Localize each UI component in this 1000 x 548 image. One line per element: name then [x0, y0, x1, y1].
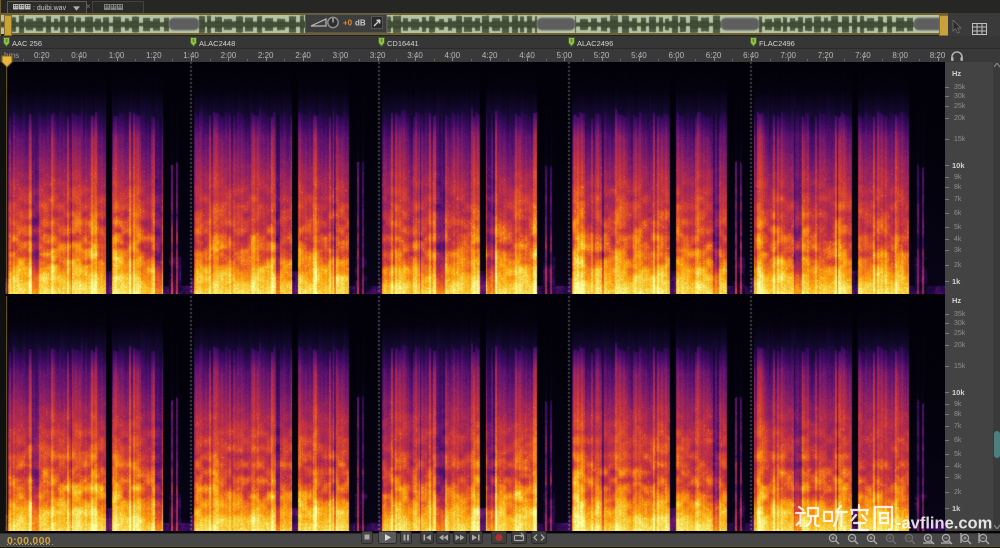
svg-text:+0: +0 — [343, 19, 353, 28]
svg-text:dB: dB — [355, 19, 366, 28]
svg-text:-avfline.com: -avfline.com — [896, 515, 992, 533]
